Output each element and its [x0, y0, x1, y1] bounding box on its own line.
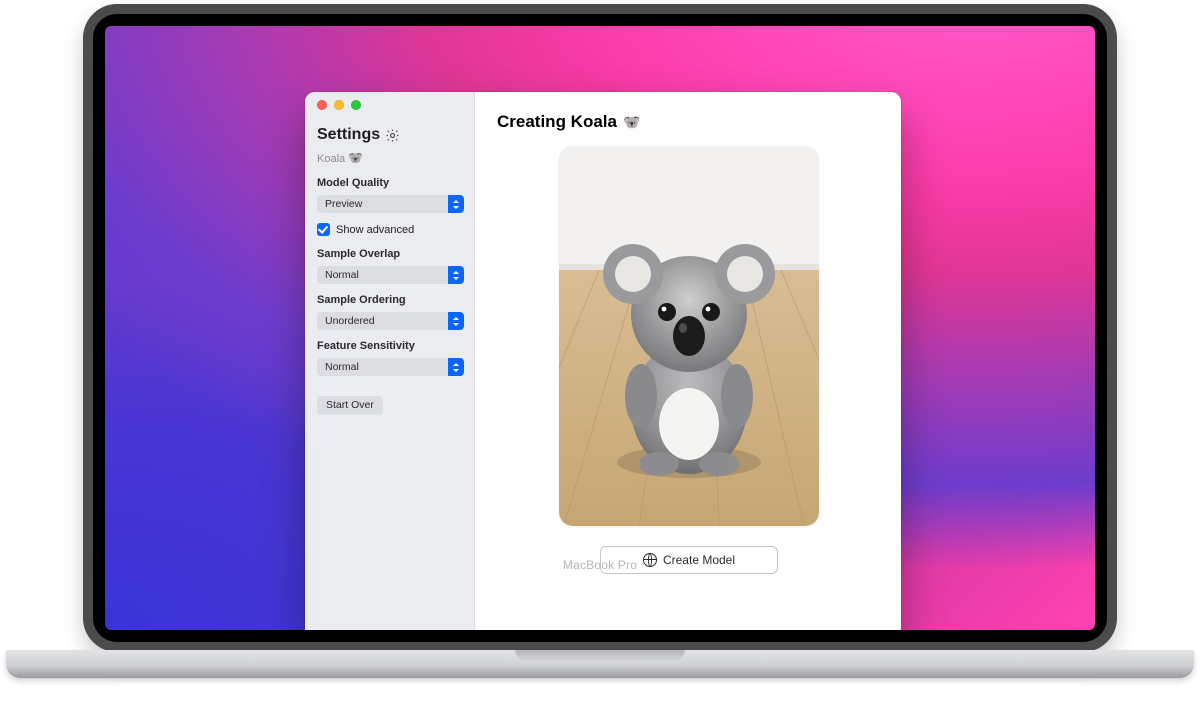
sample-ordering-label: Sample Ordering — [317, 294, 464, 306]
app-window: Settings Koala 🐨 Model Quality — [305, 92, 901, 630]
sample-overlap-label: Sample Overlap — [317, 248, 464, 260]
show-advanced-label: Show advanced — [336, 224, 414, 236]
sample-overlap-value: Normal — [325, 269, 359, 281]
desktop-wallpaper: Settings Koala 🐨 Model Quality — [105, 26, 1095, 630]
hardware-label: MacBook Pro — [93, 558, 1107, 572]
subject-name: Koala 🐨 — [317, 152, 464, 165]
model-quality-value: Preview — [325, 198, 362, 210]
show-advanced-checkbox[interactable] — [317, 223, 330, 236]
chevron-updown-icon — [448, 266, 464, 284]
chevron-updown-icon — [448, 312, 464, 330]
zoom-button[interactable] — [351, 100, 361, 110]
settings-title-text: Settings — [317, 126, 380, 144]
chevron-updown-icon — [448, 195, 464, 213]
page-title: Creating Koala 🐨 — [497, 112, 640, 132]
feature-sensitivity-select[interactable]: Normal — [317, 358, 464, 376]
sample-ordering-value: Unordered — [325, 315, 375, 327]
feature-sensitivity-label: Feature Sensitivity — [317, 340, 464, 352]
preview-image — [559, 146, 819, 526]
koala-icon: 🐨 — [348, 152, 363, 164]
laptop-screen: Settings Koala 🐨 Model Quality — [93, 14, 1107, 642]
gear-icon — [385, 128, 400, 143]
close-button[interactable] — [317, 100, 327, 110]
start-over-button[interactable]: Start Over — [317, 396, 383, 414]
model-quality-label: Model Quality — [317, 177, 464, 189]
sample-overlap-select[interactable]: Normal — [317, 266, 464, 284]
koala-icon: 🐨 — [623, 115, 640, 129]
minimize-button[interactable] — [334, 100, 344, 110]
show-advanced-row[interactable]: Show advanced — [317, 223, 464, 236]
laptop-base — [6, 650, 1194, 678]
sample-ordering-select[interactable]: Unordered — [317, 312, 464, 330]
settings-title: Settings — [317, 126, 464, 144]
model-quality-select[interactable]: Preview — [317, 195, 464, 213]
feature-sensitivity-value: Normal — [325, 361, 359, 373]
window-traffic-lights — [317, 100, 464, 110]
main-pane: Creating Koala 🐨 — [475, 92, 901, 630]
chevron-updown-icon — [448, 358, 464, 376]
settings-sidebar: Settings Koala 🐨 Model Quality — [305, 92, 475, 630]
laptop-frame: Settings Koala 🐨 Model Quality — [83, 4, 1117, 652]
